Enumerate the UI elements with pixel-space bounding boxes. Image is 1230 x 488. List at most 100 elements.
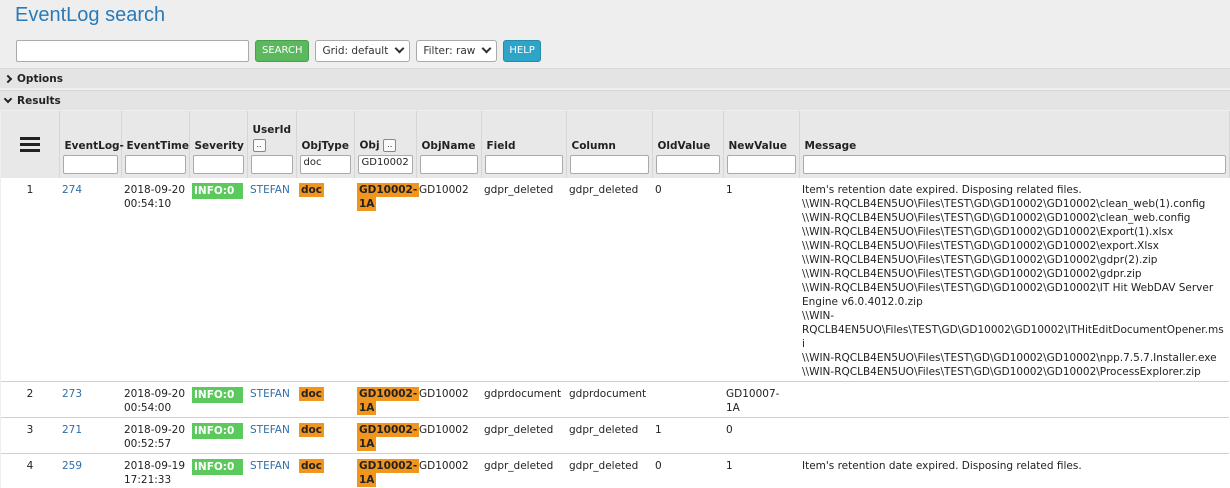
filter-input-obj[interactable]: GD10002 bbox=[357, 155, 413, 174]
severity-cell: INFO:0 bbox=[189, 453, 247, 488]
obj-badge-line1[interactable]: GD10002- bbox=[357, 423, 420, 437]
objname-cell: GD10002 bbox=[416, 453, 481, 488]
obj-badge-line1[interactable]: GD10002- bbox=[357, 459, 420, 473]
filter-input-objtype[interactable]: doc bbox=[299, 155, 351, 174]
filter-input-column[interactable] bbox=[569, 155, 649, 174]
eventlog-link[interactable]: 259 bbox=[62, 460, 82, 472]
eventtime-cell: 2018-09-20 00:54:00 bbox=[121, 381, 189, 418]
header-eventtime[interactable]: EventTime bbox=[121, 111, 190, 178]
oldvalue-cell: 0 bbox=[652, 178, 723, 382]
oldvalue-text: 0 bbox=[655, 184, 662, 196]
obj-picker-button[interactable]: .. bbox=[383, 139, 397, 152]
obj-badge-line1[interactable]: GD10002- bbox=[357, 387, 420, 401]
search-button[interactable]: SEARCH bbox=[255, 39, 310, 62]
header-label: Field bbox=[486, 140, 516, 152]
user-link[interactable]: STEFAN bbox=[250, 388, 290, 400]
field-text: gdpr_deleted bbox=[484, 184, 554, 196]
chevron-down-icon bbox=[394, 43, 405, 54]
header-objname[interactable]: ObjName bbox=[416, 111, 482, 178]
oldvalue-text: 0 bbox=[655, 460, 662, 472]
search-input[interactable] bbox=[16, 39, 249, 62]
field-cell: gdprdocument bbox=[481, 381, 566, 418]
objname-cell: GD10002 bbox=[416, 178, 481, 382]
chevron-down-icon bbox=[481, 43, 492, 54]
header-field[interactable]: Field bbox=[481, 111, 567, 178]
grid-dropdown-label: Grid: default bbox=[322, 44, 389, 57]
userid-picker-button[interactable]: .. bbox=[252, 139, 266, 152]
eventtime-cell: 2018-09-19 17:21:33 bbox=[121, 453, 189, 488]
table-row[interactable]: 3 271 2018-09-20 00:52:57 INFO:0 STEFAN doc GD1… bbox=[1, 417, 1229, 454]
event-date: 2018-09-20 bbox=[124, 424, 186, 436]
row-number: 4 bbox=[1, 453, 59, 488]
message-line: \\WIN-RQCLB4EN5UO\Files\TEST\GD\GD10002\… bbox=[802, 226, 1174, 238]
eventlog-link[interactable]: 271 bbox=[62, 424, 82, 436]
column-text: gdprdocument bbox=[569, 388, 647, 400]
newvalue-line1: 1 bbox=[726, 460, 733, 472]
filter-input-message[interactable] bbox=[802, 155, 1226, 174]
objtype-cell: doc bbox=[296, 178, 354, 382]
header-oldvalue[interactable]: OldValue bbox=[652, 111, 724, 178]
objtype-cell: doc bbox=[296, 453, 354, 488]
row-number-text: 2 bbox=[26, 388, 34, 400]
column-menu-header[interactable] bbox=[1, 111, 60, 178]
message-line: Engine v6.0.4012.0.zip bbox=[802, 296, 923, 308]
menu-icon[interactable] bbox=[19, 137, 40, 152]
header-obj[interactable]: Obj .. GD10002 bbox=[354, 111, 417, 178]
obj-cell: GD10002- 1A bbox=[354, 417, 420, 454]
userid-cell: STEFAN bbox=[247, 453, 296, 488]
header-severity[interactable]: Severity bbox=[189, 111, 248, 178]
header-label: OldValue bbox=[657, 140, 711, 152]
header-column[interactable]: Column bbox=[566, 111, 653, 178]
message-line: \\WIN-RQCLB4EN5UO\Files\TEST\GD\GD10002\… bbox=[802, 352, 1217, 364]
eventlog-link[interactable]: 273 bbox=[62, 388, 82, 400]
filter-input-eventlog[interactable] bbox=[62, 155, 118, 174]
obj-badge-line2[interactable]: 1A bbox=[357, 401, 377, 415]
obj-badge-line2[interactable]: 1A bbox=[357, 473, 377, 487]
eventlog-link[interactable]: 274 bbox=[62, 184, 82, 196]
filter-input-field[interactable] bbox=[484, 155, 563, 174]
options-section-header[interactable]: Options bbox=[0, 68, 1230, 88]
header-message[interactable]: Message bbox=[799, 111, 1230, 178]
filter-input-oldvalue[interactable] bbox=[655, 155, 720, 174]
event-time: 17:21:33 bbox=[124, 474, 172, 486]
header-objtype[interactable]: ObjType doc bbox=[296, 111, 355, 178]
event-time: 00:52:57 bbox=[124, 438, 172, 450]
row-number-text: 4 bbox=[26, 460, 34, 472]
table-row[interactable]: 4 259 2018-09-19 17:21:33 INFO:0 STEFAN doc GD1… bbox=[1, 453, 1229, 488]
eventlog-cell: 274 bbox=[59, 178, 121, 382]
options-label: Options bbox=[17, 72, 63, 85]
table-row[interactable]: 2 273 2018-09-20 00:54:00 INFO:0 STEFAN doc GD1… bbox=[1, 381, 1229, 418]
help-button[interactable]: HELP bbox=[503, 39, 541, 62]
severity-cell: INFO:0 bbox=[189, 417, 247, 454]
chevron-right-icon bbox=[3, 74, 13, 83]
table-row[interactable]: 1 274 2018-09-20 00:54:10 INFO:0 STEFAN doc GD1… bbox=[1, 178, 1229, 382]
header-userid[interactable]: UserId .. bbox=[247, 111, 297, 178]
header-label: Obj bbox=[359, 139, 380, 152]
chevron-down-icon bbox=[3, 94, 13, 103]
grid-dropdown[interactable]: Grid: default bbox=[315, 39, 411, 62]
filter-input-eventtime[interactable] bbox=[124, 155, 186, 174]
newvalue-cell: 0 bbox=[723, 417, 799, 454]
obj-badge-line1[interactable]: GD10002- bbox=[357, 183, 420, 197]
event-date: 2018-09-20 bbox=[124, 184, 186, 196]
filter-input-userid[interactable] bbox=[250, 155, 293, 174]
eventtime-cell: 2018-09-20 00:52:57 bbox=[121, 417, 189, 454]
filter-input-severity[interactable] bbox=[192, 155, 244, 174]
newvalue-cell: GD10007- 1A bbox=[723, 381, 799, 418]
obj-badge-line2[interactable]: 1A bbox=[357, 197, 377, 211]
filter-input-newvalue[interactable] bbox=[726, 155, 796, 174]
obj-badge-line2[interactable]: 1A bbox=[357, 437, 377, 451]
header-eventlog[interactable]: EventLog- bbox=[59, 111, 124, 178]
header-newvalue[interactable]: NewValue bbox=[723, 111, 800, 178]
user-link[interactable]: STEFAN bbox=[250, 460, 290, 472]
filter-input-objname[interactable] bbox=[419, 155, 478, 174]
objtype-badge: doc bbox=[299, 387, 324, 401]
field-text: gdprdocument bbox=[484, 388, 562, 400]
results-section-header[interactable]: Results bbox=[0, 90, 1230, 110]
user-link[interactable]: STEFAN bbox=[250, 184, 290, 196]
eventlog-cell: 259 bbox=[59, 453, 121, 488]
column-text: gdpr_deleted bbox=[569, 184, 639, 196]
user-link[interactable]: STEFAN bbox=[250, 424, 290, 436]
filter-dropdown[interactable]: Filter: raw bbox=[416, 39, 498, 62]
column-cell: gdprdocument bbox=[566, 381, 652, 418]
